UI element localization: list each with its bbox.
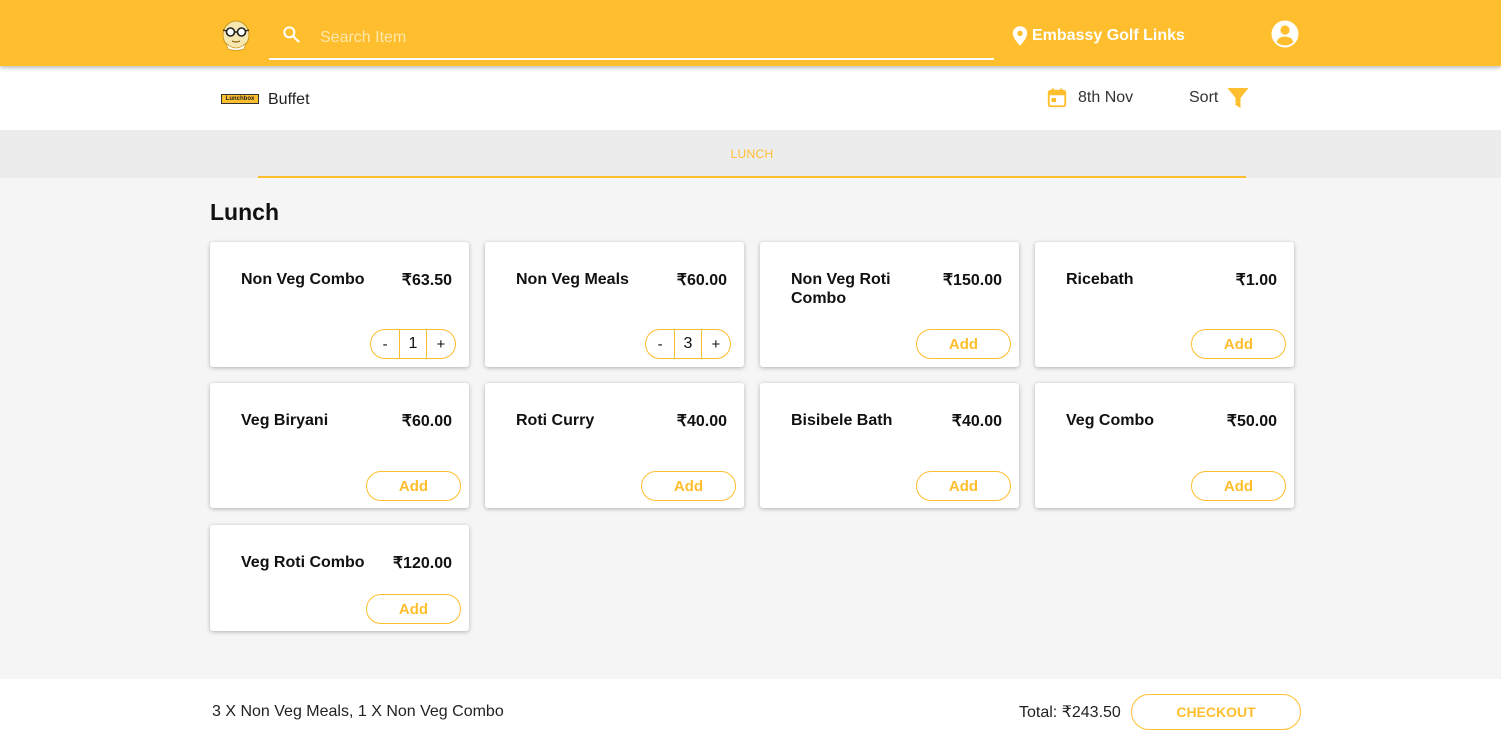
account-circle-icon[interactable] xyxy=(1270,19,1300,49)
add-button[interactable]: Add xyxy=(1191,471,1286,501)
menu-item-card: Roti Curry ₹40.00 Add xyxy=(485,383,744,508)
mascot-logo-icon[interactable] xyxy=(218,17,254,53)
quantity-value: 3 xyxy=(674,330,702,358)
item-name: Non Veg Combo xyxy=(241,271,365,288)
item-price: ₹60.00 xyxy=(401,413,452,430)
date-selector[interactable]: 8th Nov xyxy=(1046,87,1133,109)
brand-name: Buffet xyxy=(268,91,310,108)
menu-item-card: Bisibele Bath ₹40.00 Add xyxy=(760,383,1019,508)
menu-item-card: Non Veg Combo ₹63.50 - 1 + xyxy=(210,242,469,367)
item-price: ₹63.50 xyxy=(401,272,452,289)
decrease-quantity-button[interactable]: - xyxy=(646,330,674,358)
search-input[interactable] xyxy=(320,26,980,50)
add-button[interactable]: Add xyxy=(641,471,736,501)
item-name: Roti Curry xyxy=(516,412,595,429)
location-label: Embassy Golf Links xyxy=(1032,27,1185,44)
item-name: Non Veg Roti Combo xyxy=(791,271,891,307)
cart-total: Total: ₹243.50 xyxy=(1019,704,1121,721)
item-price: ₹120.00 xyxy=(392,555,452,572)
item-price: ₹1.00 xyxy=(1235,272,1277,289)
sort-label: Sort xyxy=(1189,89,1219,106)
item-name: Veg Biryani xyxy=(241,412,329,429)
quantity-stepper: - 3 + xyxy=(645,329,731,359)
checkout-button[interactable]: CHECKOUT xyxy=(1131,694,1301,730)
sort-button[interactable]: Sort xyxy=(1189,86,1250,110)
add-button[interactable]: Add xyxy=(916,471,1011,501)
item-name: Ricebath xyxy=(1066,271,1134,288)
decrease-quantity-button[interactable]: - xyxy=(371,330,399,358)
date-label: 8th Nov xyxy=(1078,89,1134,106)
add-button[interactable]: Add xyxy=(366,594,461,624)
location-selector[interactable]: Embassy Golf Links xyxy=(1011,24,1185,48)
search-icon xyxy=(281,24,301,44)
location-pin-icon xyxy=(1011,25,1029,47)
top-app-bar: Embassy Golf Links xyxy=(0,0,1501,66)
subheader: Lunchbox Buffet 8th Nov Sort xyxy=(0,66,1501,130)
item-name: Veg Combo xyxy=(1066,412,1155,429)
item-price: ₹40.00 xyxy=(951,413,1002,430)
menu-item-card: Veg Biryani ₹60.00 Add xyxy=(210,383,469,508)
brand-logo: Lunchbox xyxy=(221,94,259,104)
menu-item-card: Veg Roti Combo ₹120.00 Add xyxy=(210,525,469,631)
item-price: ₹40.00 xyxy=(676,413,727,430)
section-title: Lunch xyxy=(210,199,279,225)
add-button[interactable]: Add xyxy=(916,329,1011,359)
search-bar xyxy=(269,20,994,60)
menu-item-card: Veg Combo ₹50.00 Add xyxy=(1035,383,1294,508)
calendar-icon xyxy=(1046,87,1068,109)
increase-quantity-button[interactable]: + xyxy=(702,330,730,358)
quantity-stepper: - 1 + xyxy=(370,329,456,359)
meal-tabs: LUNCH xyxy=(0,130,1501,178)
item-name: Non Veg Meals xyxy=(516,271,629,288)
tab-lunch[interactable]: LUNCH xyxy=(258,130,1246,178)
item-price: ₹60.00 xyxy=(676,272,727,289)
menu-item-card: Non Veg Roti Combo ₹150.00 Add xyxy=(760,242,1019,367)
item-name: Bisibele Bath xyxy=(791,412,893,429)
cart-bar: 3 X Non Veg Meals, 1 X Non Veg Combo Tot… xyxy=(0,679,1501,742)
item-price: ₹150.00 xyxy=(942,272,1002,289)
quantity-value: 1 xyxy=(399,330,427,358)
add-button[interactable]: Add xyxy=(1191,329,1286,359)
order-summary: 3 X Non Veg Meals, 1 X Non Veg Combo xyxy=(212,703,504,720)
menu-item-card: Ricebath ₹1.00 Add xyxy=(1035,242,1294,367)
menu-item-card: Non Veg Meals ₹60.00 - 3 + xyxy=(485,242,744,367)
add-button[interactable]: Add xyxy=(366,471,461,501)
filter-icon xyxy=(1226,86,1250,110)
item-name: Veg Roti Combo xyxy=(241,554,365,571)
increase-quantity-button[interactable]: + xyxy=(427,330,455,358)
item-price: ₹50.00 xyxy=(1226,413,1277,430)
